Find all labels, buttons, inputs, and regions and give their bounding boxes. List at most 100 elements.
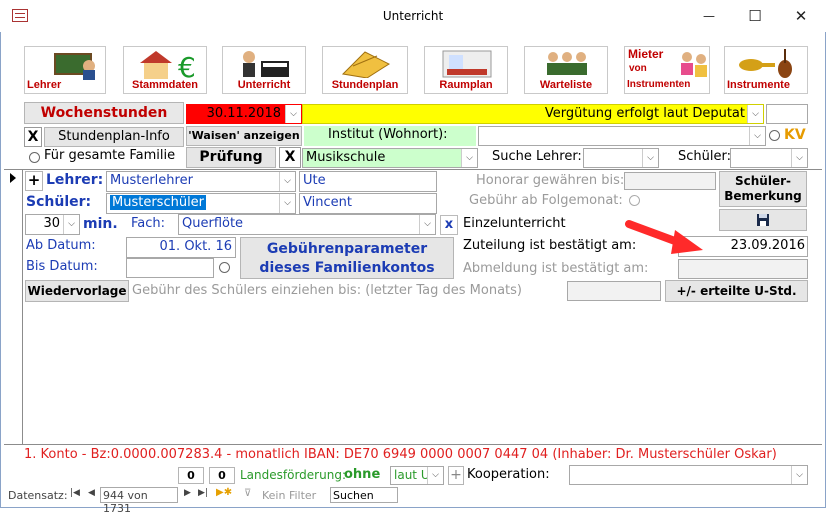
nav-warteliste-button[interactable]: Warteliste — [524, 46, 608, 94]
datensatz-label: Datensatz: — [8, 489, 68, 502]
schueler-search-label: Schüler: — [678, 149, 731, 164]
familie-radio[interactable] — [29, 152, 40, 163]
schueler-combo[interactable]: Musterschüler ⌵ — [106, 193, 296, 214]
landesfoerderung-label: Landesförderung: — [240, 468, 346, 482]
minutes-combo[interactable]: 30 ⌵ — [25, 214, 80, 235]
stundenplan-info-button[interactable]: Stundenplan-Info — [44, 127, 184, 147]
fach-dropdown-icon[interactable]: ⌵ — [419, 215, 435, 234]
record-position-field[interactable]: 944 von 1731 — [100, 487, 178, 515]
gebuehrenparameter-button[interactable]: Gebührenparameter dieses Familienkontos — [240, 237, 454, 279]
musikschule-combo[interactable]: Musikschule ⌵ — [302, 148, 478, 168]
close-x-button-2[interactable]: X — [279, 147, 301, 168]
schueler-search-combo[interactable]: ⌵ — [730, 148, 808, 168]
waisen-anzeigen-button[interactable]: 'Waisen' anzeigen — [186, 126, 302, 146]
bis-datum-radio[interactable] — [219, 262, 230, 273]
schueler-vorname-field[interactable]: Vincent — [299, 193, 437, 214]
kv-radio[interactable] — [769, 130, 780, 141]
fach-combo[interactable]: Querflöte ⌵ — [178, 214, 436, 235]
bis-datum-field[interactable] — [126, 258, 214, 278]
last-record-icon[interactable]: ▶| — [198, 488, 208, 498]
lehrer-dropdown-icon[interactable]: ⌵ — [279, 172, 295, 191]
add-lehrer-button[interactable]: + — [25, 171, 43, 191]
schueler-search-dropdown-icon[interactable]: ⌵ — [791, 149, 807, 167]
schueler-bemerkung-button[interactable]: Schüler- Bemerkung — [719, 171, 807, 207]
verguetung-combo[interactable]: Vergütung erfolgt laut Deputat ⌵ — [302, 104, 764, 124]
nav-instrumente-button[interactable]: Instrumente — [724, 46, 808, 94]
verguetung-value: Vergütung erfolgt laut Deputat — [544, 106, 745, 121]
nav-raumplan-button[interactable]: Raumplan — [424, 46, 508, 94]
ab-datum-field[interactable]: 01. Okt. 16 — [126, 237, 236, 258]
ab-datum-label: Ab Datum: — [26, 238, 96, 253]
schueler-dropdown-icon[interactable]: ⌵ — [279, 194, 295, 213]
first-record-icon[interactable]: |◀ — [70, 488, 80, 498]
nav-mieter-button[interactable]: Mieter von Instrumenten — [624, 46, 710, 94]
gebuehr-folgemonat-radio[interactable] — [629, 195, 640, 206]
nav-stundenplan-button[interactable]: Stundenplan — [322, 46, 408, 94]
kein-filter-label[interactable]: Kein Filter — [262, 489, 316, 502]
schueler-label: Schüler: — [26, 194, 92, 210]
institut-dropdown-icon[interactable]: ⌵ — [749, 127, 765, 145]
nav-instrumente-label: Instrumente — [727, 79, 790, 91]
abmeldung-field[interactable] — [678, 259, 808, 279]
minutes-dropdown-icon[interactable]: ⌵ — [63, 215, 79, 234]
next-record-icon[interactable]: ▶ — [184, 488, 191, 498]
teacher-icon — [54, 53, 95, 80]
minimize-button[interactable]: — — [686, 0, 732, 32]
pruefung-button[interactable]: Prüfung — [186, 147, 276, 168]
laut-dropdown-icon[interactable]: ⌵ — [427, 467, 443, 484]
minutes-value: 30 — [43, 216, 60, 231]
einzelunterricht-label: Einzelunterricht — [463, 216, 566, 231]
date-combo[interactable]: 30.11.2018 ⌵ — [186, 104, 302, 124]
nav-stammdaten-button[interactable]: € Stammdaten — [123, 46, 207, 94]
room-icon — [442, 50, 492, 78]
min-label: min. — [83, 216, 118, 232]
new-record-icon[interactable]: ▶✱ — [216, 487, 232, 498]
lehrer-label: Lehrer: — [46, 172, 104, 188]
wochenstunden-button[interactable]: Wochenstunden — [24, 102, 184, 124]
maximize-button[interactable]: ☐ — [732, 0, 778, 32]
kooperation-dropdown-icon[interactable]: ⌵ — [791, 466, 807, 484]
suche-lehrer-dropdown-icon[interactable]: ⌵ — [642, 149, 658, 167]
nav-unterricht-button[interactable]: Unterricht — [222, 46, 306, 94]
date-dropdown-icon[interactable]: ⌵ — [285, 105, 301, 123]
annotation-arrow-icon — [625, 220, 703, 254]
nav-mieter-line2: von — [629, 63, 647, 74]
lehrer-vorname-field[interactable]: Ute — [299, 171, 437, 192]
filter-icon[interactable]: ⊽ — [244, 488, 251, 499]
counter-2: 0 — [209, 467, 235, 484]
erteilte-ustd-button[interactable]: +/- erteilte U-Std. — [665, 280, 808, 302]
institut-combo[interactable]: ⌵ — [478, 126, 766, 146]
institut-label: Institut (Wohnort): — [304, 126, 476, 146]
honorar-field[interactable] — [624, 172, 716, 190]
previous-record-icon[interactable]: ◀ — [88, 488, 95, 498]
save-button[interactable] — [719, 209, 807, 231]
suche-lehrer-combo[interactable]: ⌵ — [583, 148, 659, 168]
honorar-label: Honorar gewähren bis: — [476, 173, 625, 188]
wiedervorlage-button[interactable]: Wiedervorlage — [25, 280, 129, 302]
fach-clear-button[interactable]: x — [440, 215, 458, 235]
schueler-value: Musterschüler — [110, 195, 207, 210]
nav-lehrer-label: Lehrer — [27, 79, 62, 91]
nav-raumplan-label: Raumplan — [439, 79, 493, 91]
suche-lehrer-label: Suche Lehrer: — [492, 149, 582, 164]
gebuehr-einziehen-field[interactable] — [567, 281, 661, 301]
musikschule-dropdown-icon[interactable]: ⌵ — [461, 149, 477, 167]
verguetung-dropdown-icon[interactable]: ⌵ — [747, 105, 763, 123]
detail-top-border — [4, 169, 822, 170]
laut-value: laut U — [394, 468, 430, 482]
laut-combo[interactable]: laut U ⌵ — [390, 466, 444, 485]
nav-lehrer-button[interactable]: Lehrer — [24, 46, 106, 94]
landesfoerderung-value: ohne — [344, 467, 381, 482]
gebuehren-line2: dieses Familienkontos — [259, 260, 435, 276]
verguetung-extra-field[interactable] — [766, 104, 808, 124]
search-field[interactable]: Suchen — [330, 487, 398, 503]
lehrer-combo[interactable]: Musterlehrer ⌵ — [106, 171, 296, 192]
add-foerderung-button[interactable]: + — [448, 466, 464, 485]
close-x-button-1[interactable]: X — [24, 127, 42, 147]
close-button[interactable]: ✕ — [778, 0, 824, 32]
kooperation-combo[interactable]: ⌵ — [569, 465, 808, 485]
zuteilung-label: Zuteilung ist bestätigt am: — [463, 238, 637, 253]
lehrer-value: Musterlehrer — [110, 173, 193, 188]
bis-datum-label: Bis Datum: — [26, 259, 98, 274]
nav-unterricht-label: Unterricht — [237, 79, 291, 91]
